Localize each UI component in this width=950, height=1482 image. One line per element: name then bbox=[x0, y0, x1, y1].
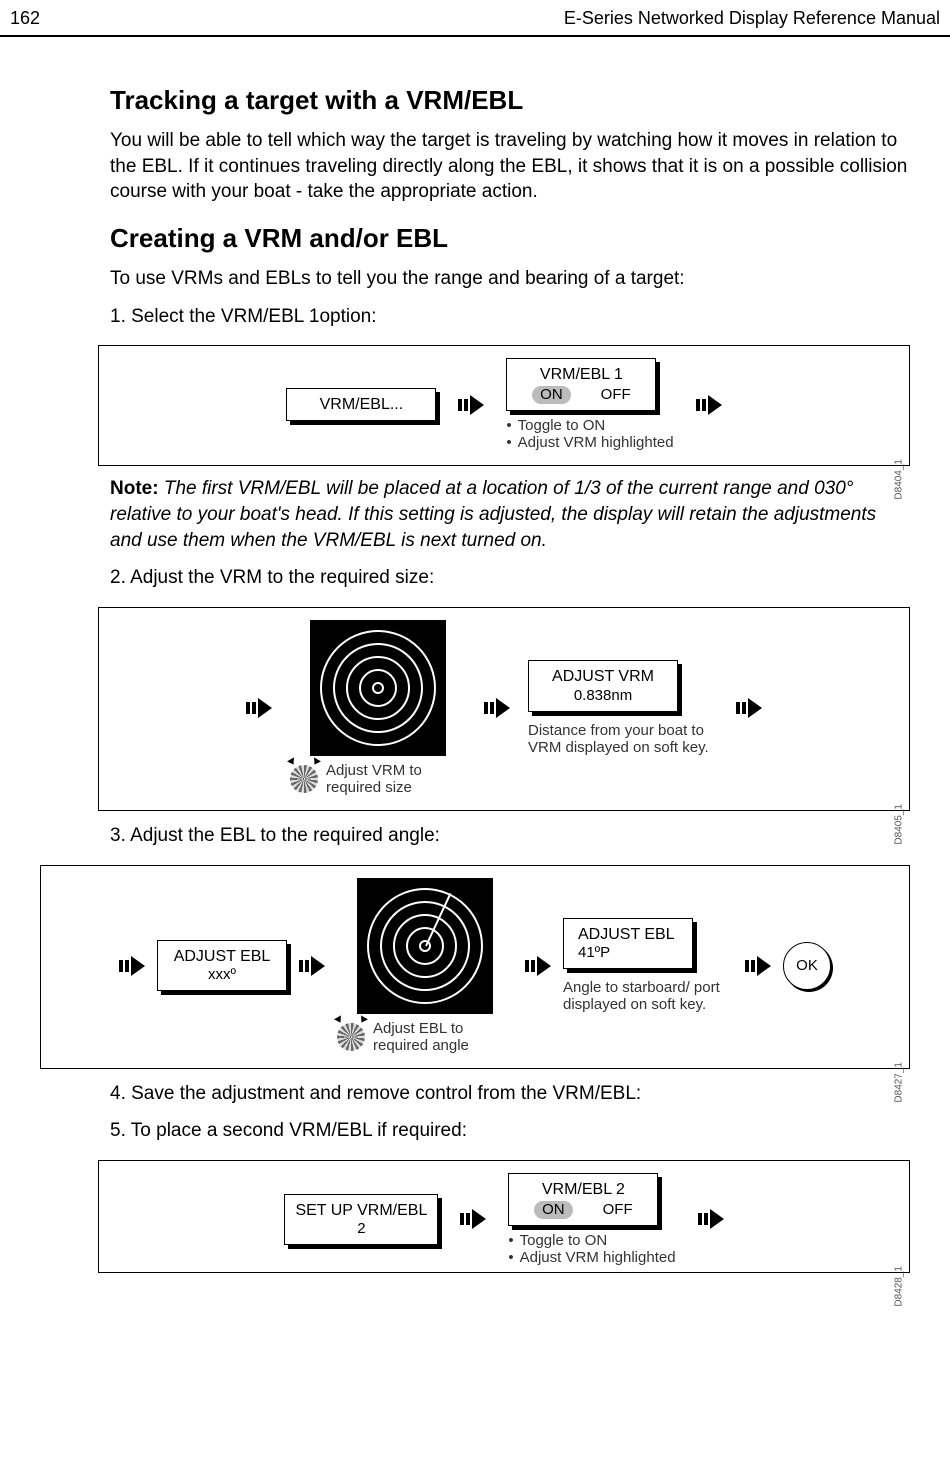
figure-panel-3: ADJUST EBL xxxº bbox=[40, 865, 910, 1069]
step-4: 4. Save the adjustment and remove contro… bbox=[110, 1081, 910, 1107]
arrow-icon bbox=[696, 395, 722, 415]
softkey-vrmebl-menu[interactable]: VRM/EBL... bbox=[286, 388, 436, 421]
arrow-icon bbox=[119, 956, 145, 976]
arrow-icon bbox=[299, 956, 325, 976]
softkey-adjust-vrm[interactable]: ADJUST VRM 0.838nm bbox=[528, 660, 678, 711]
rotary-knob-icon bbox=[290, 765, 318, 793]
step-2: 2. Adjust the VRM to the required size: bbox=[110, 565, 910, 591]
softkey-adjust-ebl-value[interactable]: ADJUST EBL 41ºP bbox=[563, 918, 693, 969]
rotary-instruction: Adjust VRM to required size bbox=[290, 762, 466, 796]
arrow-icon bbox=[458, 395, 484, 415]
panel1-notes: Toggle to ON Adjust VRM highlighted bbox=[506, 417, 673, 451]
panel4-notes: Toggle to ON Adjust VRM highlighted bbox=[508, 1232, 675, 1266]
manual-title: E-Series Networked Display Reference Man… bbox=[564, 8, 940, 29]
figure-code: D8427_1 bbox=[894, 1062, 905, 1103]
step-5: 5. To place a second VRM/EBL if required… bbox=[110, 1118, 910, 1144]
figure-code: D8428_1 bbox=[894, 1266, 905, 1307]
panel3-caption: Angle to starboard/ port displayed on so… bbox=[563, 979, 733, 1013]
rotary-instruction: Adjust EBL to required angle bbox=[337, 1020, 513, 1054]
figure-panel-1: VRM/EBL... VRM/EBL 1 ON OFF Toggle to ON… bbox=[98, 345, 910, 466]
radar-display-icon bbox=[310, 620, 446, 756]
ok-button[interactable]: OK bbox=[783, 942, 831, 990]
step-3: 3. Adjust the EBL to the required angle: bbox=[110, 823, 910, 849]
arrow-icon bbox=[736, 698, 762, 718]
figure-code: D8405_1 bbox=[894, 804, 905, 845]
toggle-off-option: OFF bbox=[601, 386, 631, 404]
paragraph-creating-intro: To use VRMs and EBLs to tell you the ran… bbox=[110, 266, 910, 292]
page-content: Tracking a target with a VRM/EBL You wil… bbox=[0, 37, 950, 1273]
page-header: 162 E-Series Networked Display Reference… bbox=[0, 0, 950, 37]
softkey-vrmebl-2-toggle[interactable]: VRM/EBL 2 ON OFF bbox=[508, 1173, 658, 1226]
arrow-icon bbox=[484, 698, 510, 718]
toggle-off-option: OFF bbox=[603, 1201, 633, 1219]
arrow-icon bbox=[246, 698, 272, 718]
softkey-setup-vrmebl-2[interactable]: SET UP VRM/EBL 2 bbox=[284, 1194, 438, 1245]
paragraph-tracking: You will be able to tell which way the t… bbox=[110, 128, 910, 205]
softkey-adjust-ebl-initial[interactable]: ADJUST EBL xxxº bbox=[157, 940, 287, 991]
heading-tracking: Tracking a target with a VRM/EBL bbox=[110, 85, 910, 116]
page-number: 162 bbox=[10, 8, 40, 29]
step-1: 1. Select the VRM/EBL 1option: bbox=[110, 304, 910, 330]
arrow-icon bbox=[525, 956, 551, 976]
arrow-icon bbox=[460, 1209, 486, 1229]
figure-panel-4: SET UP VRM/EBL 2 VRM/EBL 2 ON OFF Toggle… bbox=[98, 1160, 910, 1273]
toggle-on-option: ON bbox=[534, 1201, 573, 1219]
figure-panel-2: Adjust VRM to required size ADJUST VRM 0… bbox=[98, 607, 910, 811]
rotary-knob-icon bbox=[337, 1023, 365, 1051]
radar-display-icon bbox=[357, 878, 493, 1014]
heading-creating: Creating a VRM and/or EBL bbox=[110, 223, 910, 254]
softkey-vrmebl-1-toggle[interactable]: VRM/EBL 1 ON OFF bbox=[506, 358, 656, 411]
arrow-icon bbox=[745, 956, 771, 976]
toggle-on-option: ON bbox=[532, 386, 571, 404]
arrow-icon bbox=[698, 1209, 724, 1229]
note-block: Note: The first VRM/EBL will be placed a… bbox=[110, 476, 910, 553]
figure-code: D8404_1 bbox=[894, 459, 905, 500]
panel2-caption: Distance from your boat to VRM displayed… bbox=[528, 722, 718, 756]
